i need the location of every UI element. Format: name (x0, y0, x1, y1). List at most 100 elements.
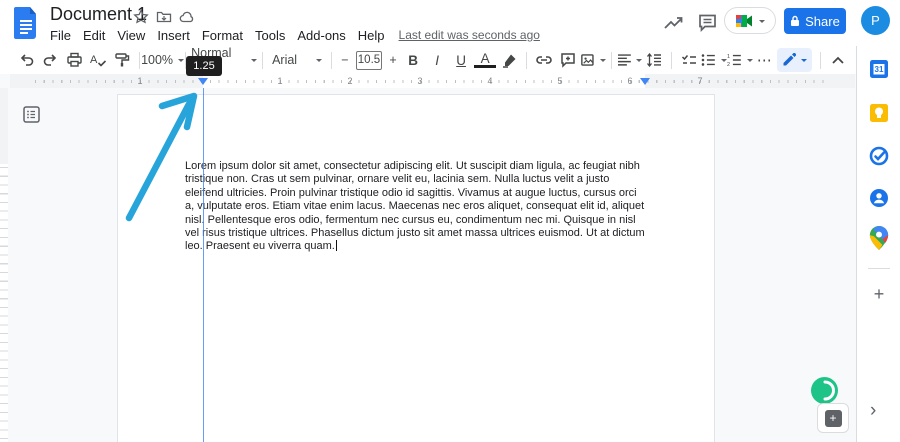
line-spacing-button[interactable] (642, 48, 666, 72)
explore-plus: + (829, 410, 837, 425)
italic-button[interactable]: I (425, 48, 449, 72)
more-formats-button[interactable]: ⋯ (753, 48, 777, 72)
menu-tools[interactable]: Tools (249, 27, 291, 44)
svg-text:2: 2 (727, 62, 730, 67)
google-calendar-icon[interactable]: 31 (869, 59, 889, 79)
highlight-color-button[interactable] (497, 48, 521, 72)
activity-trending-icon[interactable] (663, 13, 685, 33)
vertical-ruler[interactable] (0, 88, 8, 442)
toolbar-divider (610, 51, 612, 69)
get-add-ons-button[interactable]: + (869, 284, 889, 304)
bulleted-list-button[interactable] (701, 48, 727, 72)
google-docs-logo-icon[interactable] (14, 7, 38, 39)
font-size-decrease-button[interactable]: − (337, 48, 353, 72)
menu-format[interactable]: Format (196, 27, 249, 44)
editing-mode-button[interactable] (776, 48, 813, 72)
google-docs-app: Document 1 File Edit View Insert Format … (0, 0, 900, 442)
align-button[interactable] (617, 48, 643, 72)
undo-button[interactable] (14, 48, 38, 72)
google-tasks-icon[interactable] (869, 146, 889, 166)
google-contacts-icon[interactable] (869, 188, 889, 208)
document-page[interactable] (117, 94, 715, 442)
share-label: Share (805, 13, 840, 29)
move-to-folder-icon[interactable] (156, 9, 172, 25)
star-icon[interactable] (133, 9, 149, 25)
redo-button[interactable] (38, 48, 62, 72)
ruler-label: 6 (627, 76, 633, 86)
side-panel: 31 + (856, 46, 900, 442)
hide-side-panel-chevron[interactable]: › (870, 400, 876, 422)
menu-insert[interactable]: Insert (151, 27, 196, 44)
margin-drag-guide-line (203, 86, 204, 442)
avatar-initial: P (871, 13, 880, 28)
right-indent-marker[interactable] (640, 78, 650, 90)
numbered-list-button[interactable]: 12 (727, 48, 753, 72)
extension-status-icon[interactable] (811, 377, 838, 404)
last-edit-status[interactable]: Last edit was seconds ago (399, 28, 540, 42)
toolbar-divider (262, 51, 264, 69)
numbered-list-caret (746, 59, 753, 65)
toolbar-divider (526, 51, 527, 69)
ruler-label: 4 (487, 76, 493, 86)
google-keep-icon[interactable] (869, 103, 889, 123)
menu-file[interactable]: File (44, 27, 77, 44)
checklist-button[interactable] (677, 48, 701, 72)
vertical-ruler-active (0, 164, 8, 442)
underline-label: U (456, 52, 466, 68)
ruler-label: 7 (697, 76, 703, 86)
ruler-label: 3 (417, 76, 423, 86)
text-color-button[interactable]: A (473, 48, 497, 72)
google-maps-icon[interactable] (869, 226, 889, 250)
paint-format-button[interactable] (110, 48, 134, 72)
text-cursor (335, 240, 338, 252)
menubar: File Edit View Insert Format Tools Add-o… (44, 26, 540, 44)
collapse-toolbar-button[interactable] (826, 48, 850, 72)
menu-edit[interactable]: Edit (77, 27, 111, 44)
zoom-select[interactable]: 100% (141, 48, 185, 72)
toolbar-divider (139, 51, 140, 69)
account-avatar[interactable]: P (861, 6, 890, 35)
ruler-label: 2 (347, 76, 353, 86)
svg-text:1: 1 (727, 54, 730, 60)
add-comment-button[interactable] (556, 48, 580, 72)
left-indent-marker[interactable] (198, 78, 208, 90)
show-outline-button[interactable] (20, 103, 42, 125)
menu-addons[interactable]: Add-ons (291, 27, 351, 44)
margin-value: 1.25 (193, 60, 215, 72)
toolbar-divider (671, 51, 673, 69)
font-size-input[interactable]: 10.5 (355, 50, 383, 70)
insert-image-button[interactable] (580, 48, 606, 72)
toolbar-divider (820, 51, 822, 69)
minus-label: − (341, 53, 349, 67)
header: Document 1 File Edit View Insert Format … (0, 0, 900, 46)
document-canvas[interactable]: Lorem ipsum dolor sit amet, consectetur … (0, 88, 856, 442)
menu-help[interactable]: Help (352, 27, 391, 44)
font-size-increase-button[interactable]: + (385, 48, 401, 72)
cloud-saved-icon[interactable] (179, 9, 195, 25)
menu-view[interactable]: View (111, 27, 151, 44)
lock-icon (791, 15, 800, 26)
ruler-label: 5 (557, 76, 563, 86)
font-select[interactable]: Arial (268, 48, 326, 72)
share-button[interactable]: Share (784, 8, 846, 34)
explore-icon: + (824, 409, 842, 427)
paragraph-text: Lorem ipsum dolor sit amet, consectetur … (185, 160, 645, 253)
toolbar-divider (331, 51, 332, 69)
google-meet-button[interactable] (724, 7, 776, 34)
pencil-icon (783, 53, 796, 66)
explore-button[interactable]: + (817, 403, 849, 433)
meet-dropdown-caret (758, 19, 765, 26)
font-caret (316, 59, 323, 65)
more-label: ⋯ (756, 52, 773, 69)
style-caret (251, 59, 258, 65)
document-text[interactable]: Lorem ipsum dolor sit amet, consectetur … (185, 160, 646, 254)
underline-button[interactable]: U (449, 48, 473, 72)
italic-label: I (435, 52, 439, 68)
spellcheck-button[interactable]: A (86, 48, 110, 72)
comment-history-icon[interactable] (697, 13, 719, 33)
print-button[interactable] (62, 48, 86, 72)
insert-link-button[interactable] (532, 48, 556, 72)
image-caret (599, 59, 606, 65)
zoom-value: 100% (141, 53, 174, 67)
bold-button[interactable]: B (401, 48, 425, 72)
